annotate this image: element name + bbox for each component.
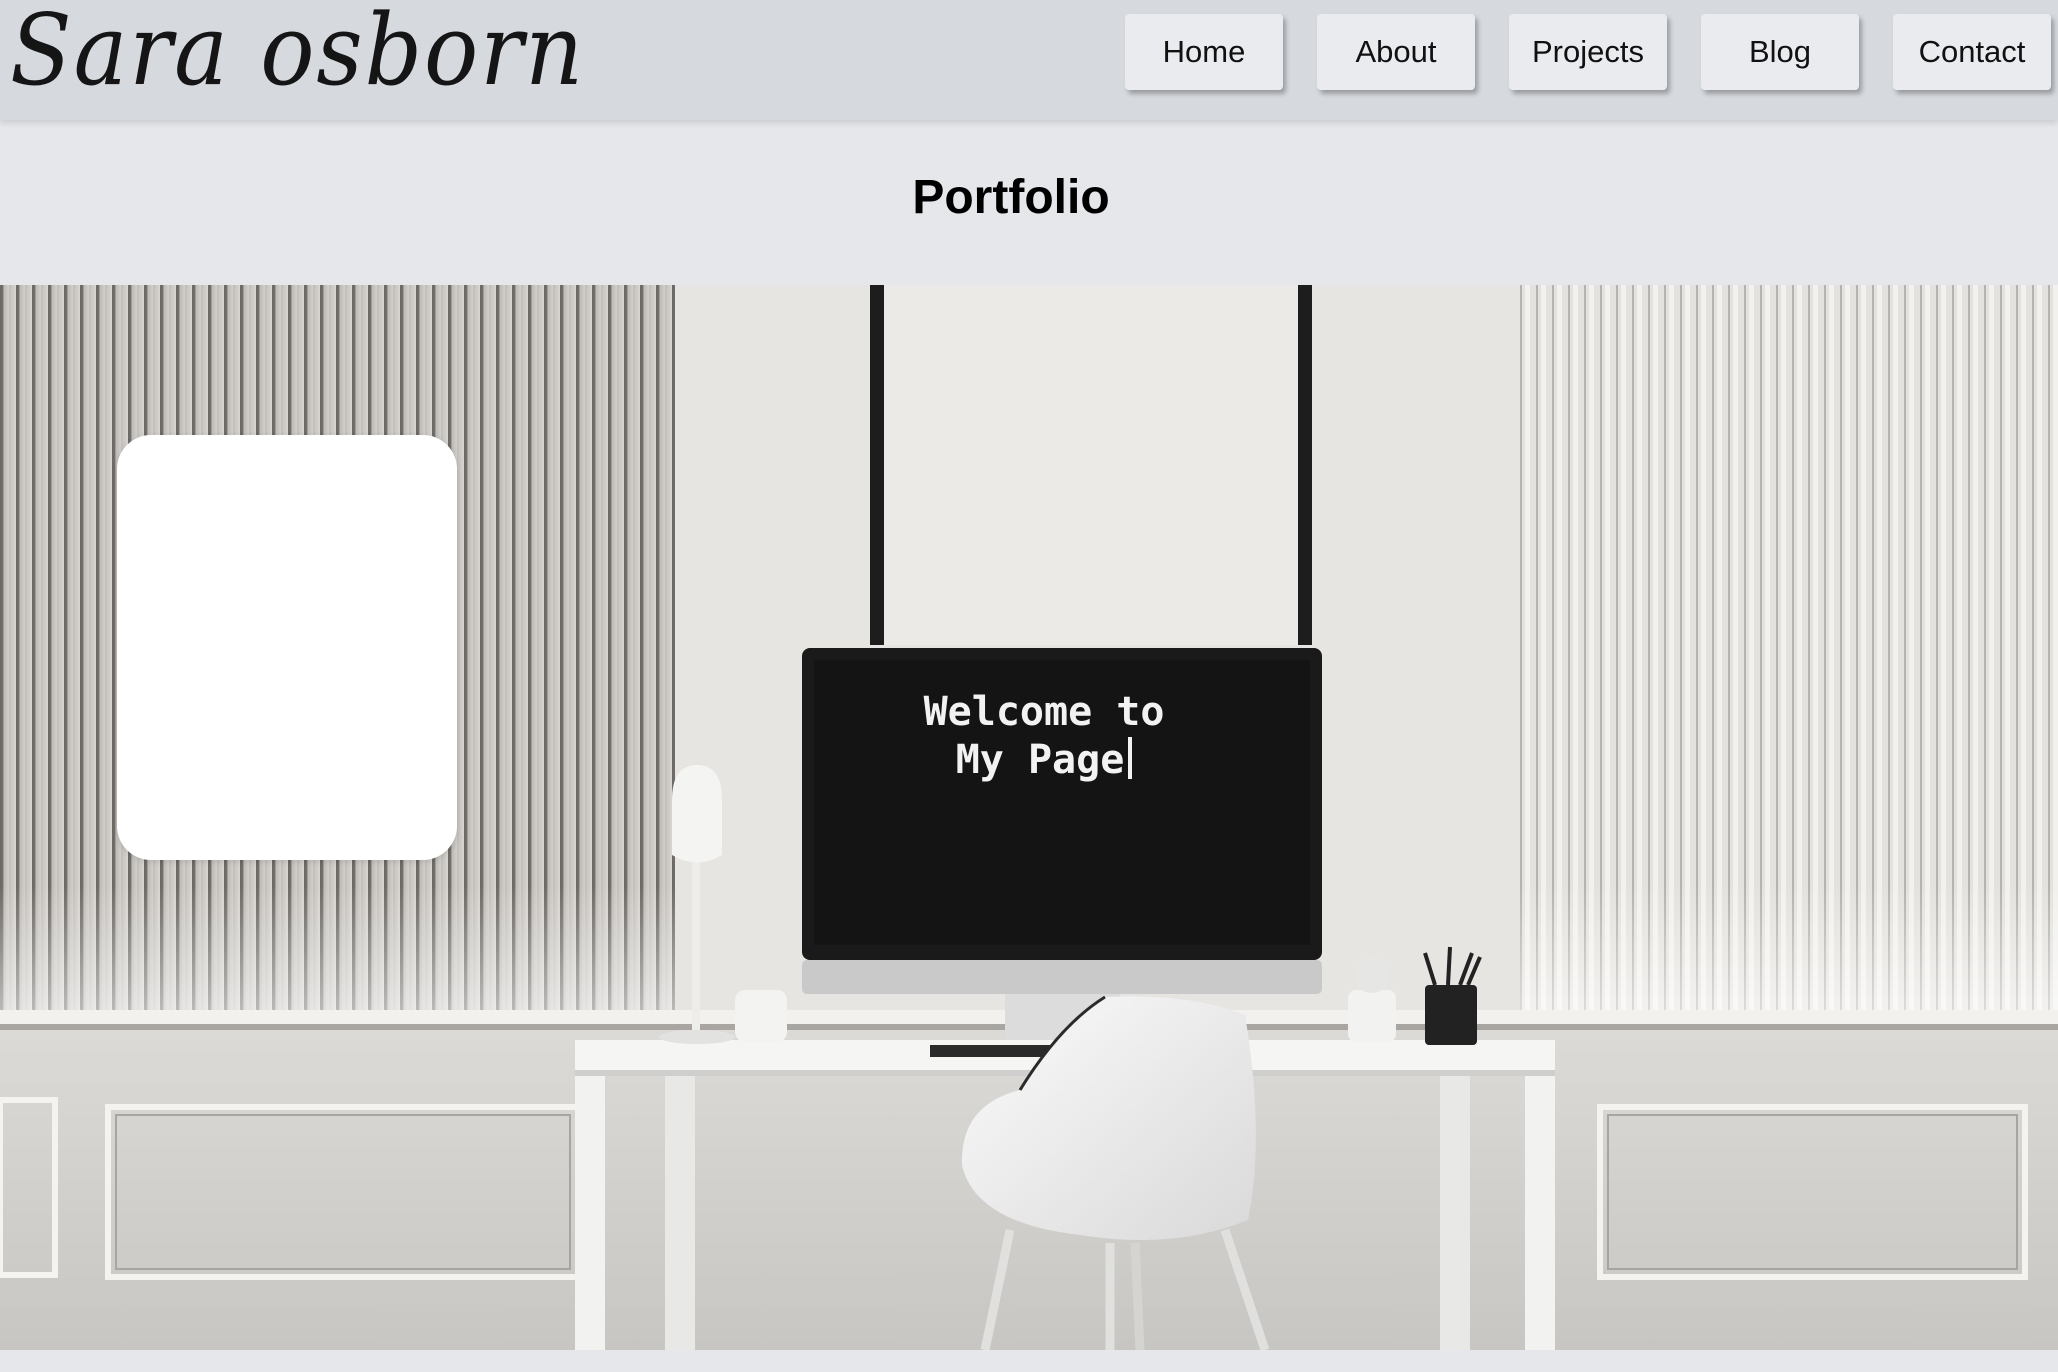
monitor-screen: Welcome to My Page [818, 660, 1308, 935]
hero-image: Welcome to My Page [0, 285, 2058, 1350]
site-header: Sara osborn Home About Projects Blog Con… [0, 0, 2058, 120]
site-logo[interactable]: Sara osborn [10, 0, 585, 108]
profile-card [117, 435, 457, 860]
page-footer-strip [0, 1350, 2058, 1372]
text-cursor [1128, 737, 1133, 779]
page-title: Portfolio [912, 171, 1110, 224]
nav-projects-button[interactable]: Projects [1509, 14, 1667, 90]
nav-about-button[interactable]: About [1317, 14, 1475, 90]
nav-home-button[interactable]: Home [1125, 14, 1283, 90]
welcome-text: Welcome to My Page [818, 688, 1270, 784]
nav-contact-button[interactable]: Contact [1893, 14, 2051, 90]
nav-blog-button[interactable]: Blog [1701, 14, 1859, 90]
